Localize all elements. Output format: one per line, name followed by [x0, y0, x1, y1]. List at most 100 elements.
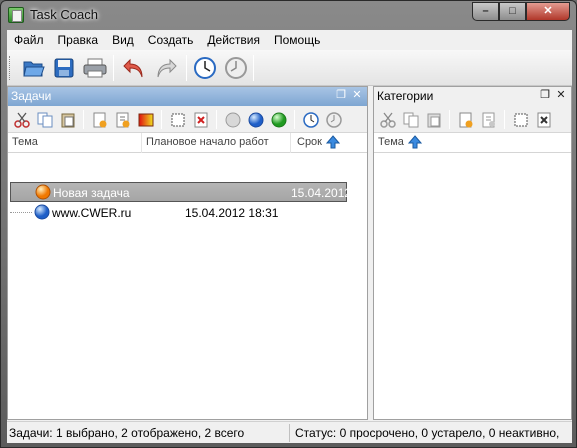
select-all-button[interactable]	[167, 109, 189, 130]
client-area: Файл Правка Вид Создать Действия Помощь	[7, 30, 572, 443]
mark-active-button[interactable]	[245, 109, 267, 130]
status-bar: Задачи: 1 выбрано, 2 отображено, 2 всего…	[7, 421, 572, 443]
copy-button[interactable]	[34, 109, 56, 130]
toolbar-separator	[186, 55, 187, 81]
minimize-button[interactable]: –	[472, 2, 499, 21]
toolbar-separator	[449, 110, 450, 129]
window-title: Task Coach	[30, 7, 98, 22]
column-divider[interactable]	[141, 133, 142, 153]
stop-clock-button[interactable]	[323, 109, 345, 130]
toolbar-separator	[83, 110, 84, 129]
tasks-pane-title: Задачи	[8, 87, 367, 106]
green-ball-icon	[271, 112, 287, 127]
delete-button[interactable]	[190, 109, 212, 130]
delete-button[interactable]	[533, 109, 555, 130]
new-subtask-icon	[116, 112, 130, 127]
cut-button[interactable]	[377, 109, 399, 130]
toolbar-separator	[504, 110, 505, 129]
title-bar[interactable]: Task Coach – □ ✕	[1, 1, 576, 29]
categories-toolbar	[374, 106, 571, 133]
open-folder-icon	[23, 61, 45, 77]
select-all-button[interactable]	[510, 109, 532, 130]
tasks-pane-title-text: Задачи	[11, 89, 52, 103]
task-coach-app-icon	[8, 7, 24, 23]
column-subject[interactable]: Тема	[12, 136, 38, 148]
start-tracking-button[interactable]	[190, 53, 220, 83]
paste-icon	[61, 113, 75, 127]
delete-icon	[194, 112, 208, 127]
tree-line	[10, 212, 32, 213]
start-tracking-clock-icon	[194, 57, 216, 79]
task-subject: www.CWER.ru	[52, 206, 132, 220]
color-icon	[138, 113, 154, 126]
pane-close-icon[interactable]: ✕	[351, 90, 363, 102]
stop-tracking-button[interactable]	[221, 53, 251, 83]
pane-close-icon[interactable]: ✕	[555, 90, 567, 102]
paste-button[interactable]	[423, 109, 445, 130]
open-button[interactable]	[19, 53, 49, 83]
menu-edit[interactable]: Правка	[51, 30, 106, 50]
copy-button[interactable]	[400, 109, 422, 130]
toolbar-separator	[216, 110, 217, 129]
column-divider[interactable]	[290, 133, 291, 153]
new-subtask-button[interactable]	[112, 109, 134, 130]
start-clock-button[interactable]	[300, 109, 322, 130]
blue-ball-icon	[248, 112, 264, 127]
sort-ascending-icon[interactable]	[326, 135, 340, 149]
status-tasks-summary: Задачи: 1 выбрано, 2 отображено, 2 всего	[9, 426, 245, 440]
menu-view[interactable]: Вид	[105, 30, 141, 50]
copy-icon	[37, 112, 53, 127]
redo-button[interactable]	[151, 53, 181, 83]
cut-icon	[14, 112, 30, 128]
print-icon	[83, 58, 107, 78]
toolbar-grip[interactable]	[9, 56, 12, 80]
delete-icon	[537, 112, 551, 127]
new-task-icon	[93, 112, 107, 127]
new-category-button[interactable]	[455, 109, 477, 130]
pane-restore-icon[interactable]: ❐	[539, 90, 551, 102]
main-toolbar	[7, 50, 572, 86]
save-button[interactable]	[49, 53, 79, 83]
menu-actions[interactable]: Действия	[200, 30, 267, 50]
status-divider	[289, 424, 290, 442]
categories-column-header: Тема	[374, 133, 571, 153]
task-subject: Новая задача	[53, 186, 130, 200]
paste-icon	[427, 113, 441, 127]
cut-button[interactable]	[11, 109, 33, 130]
select-all-icon	[514, 113, 528, 126]
menu-new[interactable]: Создать	[141, 30, 201, 50]
mark-completed-button[interactable]	[268, 109, 290, 130]
copy-icon	[403, 112, 419, 127]
column-due[interactable]: Срок	[297, 136, 322, 148]
column-planned-start[interactable]: Плановое начало работ	[146, 136, 269, 148]
paste-button[interactable]	[57, 109, 79, 130]
task-row[interactable]: Новая задача 15.04.2012	[10, 182, 351, 202]
new-subcategory-button[interactable]	[478, 109, 500, 130]
menu-bar: Файл Правка Вид Создать Действия Помощь	[7, 30, 572, 50]
pane-restore-icon[interactable]: ❐	[335, 90, 347, 102]
tasks-column-header: Тема Плановое начало работ Срок	[8, 133, 367, 153]
gray-ball-icon	[225, 112, 241, 127]
toolbar-separator	[294, 110, 295, 129]
start-clock-icon	[303, 111, 319, 128]
select-all-icon	[171, 113, 185, 126]
task-row[interactable]: www.CWER.ru 15.04.2012 18:31	[10, 203, 347, 223]
categories-pane-title-text: Категории	[377, 89, 434, 103]
save-icon	[54, 58, 74, 78]
sort-ascending-icon[interactable]	[408, 135, 422, 149]
new-task-button[interactable]	[89, 109, 111, 130]
redo-icon	[157, 58, 177, 78]
undo-icon	[123, 58, 143, 78]
cut-icon	[380, 112, 396, 128]
close-button[interactable]: ✕	[526, 2, 570, 21]
status-overview: Статус: 0 просрочено, 0 устарело, 0 неак…	[295, 426, 560, 440]
mark-inactive-button[interactable]	[222, 109, 244, 130]
print-button[interactable]	[80, 53, 110, 83]
menu-file[interactable]: Файл	[7, 30, 51, 50]
maximize-button[interactable]: □	[499, 2, 526, 21]
menu-help[interactable]: Помощь	[267, 30, 327, 50]
toolbar-separator	[113, 55, 114, 81]
undo-button[interactable]	[119, 53, 149, 83]
column-subject[interactable]: Тема	[378, 136, 404, 148]
color-button[interactable]	[135, 109, 157, 130]
